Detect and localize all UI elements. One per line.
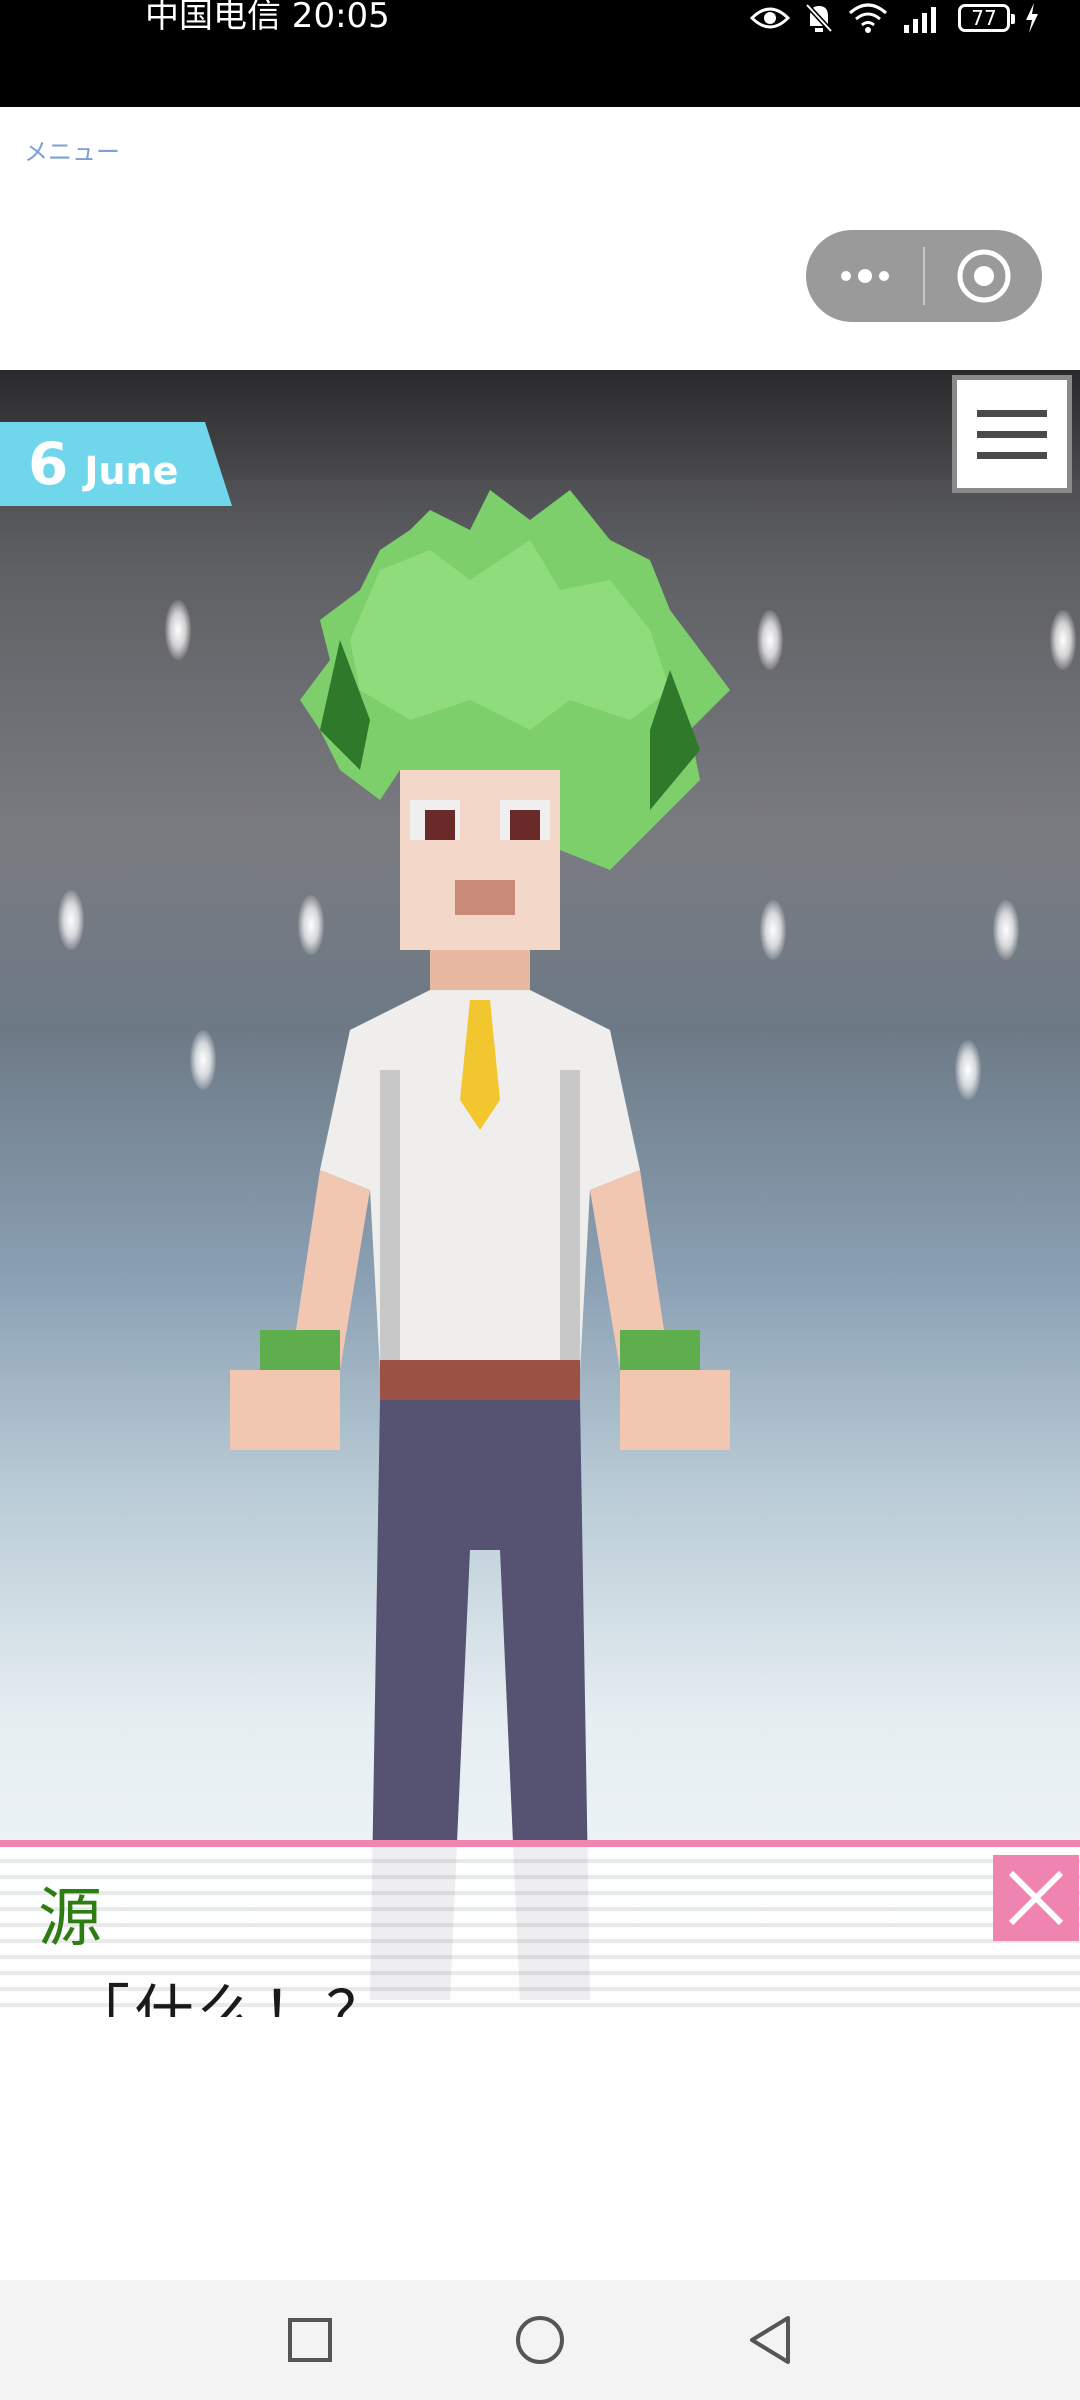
character-sprite xyxy=(230,490,730,2000)
circle-icon xyxy=(516,2316,564,2364)
miniprogram-capsule xyxy=(806,230,1042,322)
date-banner: 6 June xyxy=(0,422,232,506)
triangle-back-icon xyxy=(750,2316,790,2364)
dialogue-line: 「什么！？ xyxy=(70,1979,390,2017)
menu-link[interactable]: メニュー xyxy=(24,132,120,167)
carrier-time: 中国电信 20:05 xyxy=(145,0,390,36)
dialogue-close-button[interactable] xyxy=(993,1855,1079,1941)
back-button[interactable] xyxy=(740,2310,800,2370)
bell-muted-icon xyxy=(805,3,833,33)
navigation-bar xyxy=(0,2280,1080,2400)
wifi-icon xyxy=(849,3,887,33)
eye-icon xyxy=(750,7,790,29)
square-icon xyxy=(288,2318,332,2362)
home-button[interactable] xyxy=(510,2310,570,2370)
exit-button[interactable] xyxy=(925,230,1042,322)
date-month: June xyxy=(84,449,179,493)
target-circle-icon xyxy=(957,249,1010,303)
date-day: 6 xyxy=(28,430,69,498)
dialogue-box[interactable]: 源 「什么！？ xyxy=(0,1840,1080,2017)
more-dots-icon xyxy=(840,269,889,283)
recent-apps-button[interactable] xyxy=(280,2310,340,2370)
battery-indicator: 77 xyxy=(958,4,1015,32)
signal-icon xyxy=(904,7,936,33)
status-bar: 中国电信 20:05 77 xyxy=(0,0,1080,107)
charging-icon xyxy=(1026,3,1038,33)
speaker-name: 源 xyxy=(38,1882,102,1956)
hamburger-icon xyxy=(977,409,1047,417)
more-button[interactable] xyxy=(806,230,923,322)
hamburger-icon xyxy=(977,430,1047,438)
game-stage[interactable]: 6 June 源 「什么！？ xyxy=(0,370,1080,2017)
status-icons: 77 xyxy=(750,0,1040,36)
close-icon xyxy=(1008,1870,1064,1926)
game-menu-button[interactable] xyxy=(952,375,1072,493)
hamburger-icon xyxy=(977,451,1047,459)
